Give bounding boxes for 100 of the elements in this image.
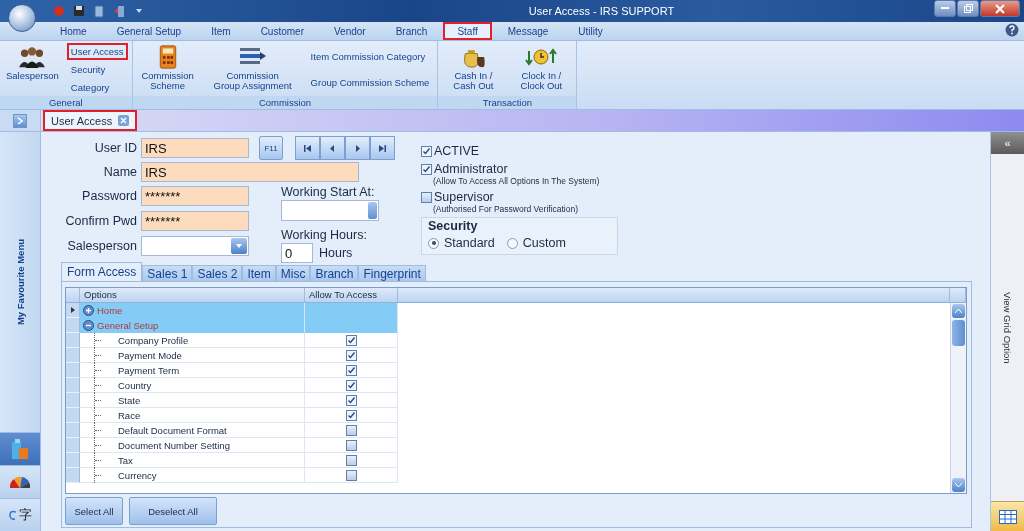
checkbox[interactable]	[345, 334, 357, 346]
row-header-cell[interactable]	[66, 303, 80, 318]
close-button[interactable]	[980, 0, 1020, 17]
ribbon-button[interactable]: Commission Group Assignment	[202, 43, 303, 96]
user-id-field[interactable]: IRS	[141, 138, 249, 158]
previous-record-button[interactable]	[320, 136, 345, 160]
sidebar-button[interactable]	[0, 465, 40, 498]
group-title: Commission	[132, 96, 438, 109]
group-title: General	[0, 96, 132, 109]
checkbox[interactable]	[345, 364, 357, 376]
sidebar-button[interactable]	[0, 432, 40, 465]
scrollbar[interactable]	[950, 303, 966, 493]
row-header-cell[interactable]	[66, 423, 80, 438]
first-record-button[interactable]	[295, 136, 320, 160]
menu-tab[interactable]: Vendor	[320, 22, 380, 40]
time-field[interactable]	[281, 200, 379, 221]
ribbon-button[interactable]: Cash In / Cash Out	[440, 43, 507, 96]
field-label: Confirm Pwd	[64, 214, 137, 228]
current-row-icon	[70, 307, 75, 313]
ribbon-item[interactable]: Group Commission Scheme	[306, 74, 434, 92]
action-button[interactable]: Select All	[65, 497, 123, 525]
name-field[interactable]: IRS	[141, 162, 359, 182]
document-tab[interactable]: User Access	[43, 110, 138, 131]
row-header-cell[interactable]	[66, 333, 80, 348]
menu-tab[interactable]: Staff	[443, 22, 492, 40]
row-header-cell[interactable]	[66, 393, 80, 408]
color-fan-icon	[8, 474, 32, 490]
radio-label: Standard	[444, 236, 495, 250]
checkbox[interactable]	[345, 469, 357, 481]
checkbox[interactable]	[345, 454, 357, 466]
row-header-cell[interactable]	[66, 363, 80, 378]
scroll-up-button[interactable]	[952, 304, 965, 318]
row-header-cell[interactable]	[66, 348, 80, 363]
scrollbar-thumb[interactable]	[952, 320, 965, 346]
buildings-icon	[10, 438, 30, 460]
checkbox[interactable]	[421, 145, 432, 157]
f11-button[interactable]: F11	[259, 136, 283, 160]
menu-tab[interactable]: Customer	[246, 22, 318, 40]
ribbon-item[interactable]: Item Commission Category	[306, 47, 434, 65]
radio-label: Custom	[522, 236, 566, 250]
menu-tab[interactable]: Item	[197, 22, 245, 40]
menu-tab[interactable]: Home	[46, 22, 101, 40]
save-icon	[73, 5, 85, 17]
option-label: Default Document Format	[118, 424, 227, 436]
checkbox[interactable]	[345, 424, 357, 436]
checkbox[interactable]	[345, 379, 357, 391]
row-header-cell[interactable]	[66, 318, 80, 333]
radio-button[interactable]	[506, 237, 518, 249]
scroll-down-button[interactable]	[952, 478, 965, 492]
expand-button[interactable]	[13, 113, 27, 128]
menu-tab[interactable]: Branch	[381, 22, 442, 40]
option-label: Currency	[118, 469, 157, 481]
option-label: Payment Mode	[118, 349, 182, 361]
ribbon-item[interactable]: Category	[66, 78, 128, 96]
close-icon[interactable]	[118, 115, 130, 126]
ribbon-item[interactable]: User Access	[66, 43, 128, 61]
caret-down-icon	[236, 244, 242, 248]
row-header-cell[interactable]	[66, 468, 80, 483]
checkbox[interactable]	[421, 191, 432, 203]
sidebar-button[interactable]: 字	[0, 498, 40, 531]
ribbon-button[interactable]: Commission Scheme	[134, 43, 201, 96]
radio-button[interactable]	[428, 237, 439, 249]
help-button[interactable]	[1004, 23, 1020, 39]
row-header-cell[interactable]	[66, 408, 80, 423]
close-icon	[995, 3, 1005, 14]
group-label: General Setup	[97, 319, 159, 331]
option-label: Race	[118, 409, 141, 421]
restore-button[interactable]	[957, 0, 979, 17]
password-field[interactable]: *******	[141, 186, 249, 206]
triangle-right-icon	[353, 143, 362, 153]
minimize-button[interactable]	[934, 0, 956, 17]
ribbon-button[interactable]: Salesperson	[2, 43, 63, 96]
grid-view-button[interactable]	[991, 501, 1024, 531]
checkbox[interactable]	[345, 349, 357, 361]
checkbox[interactable]	[421, 163, 432, 175]
salesperson-dropdown[interactable]	[141, 236, 249, 256]
row-header-cell[interactable]	[66, 378, 80, 393]
last-record-button[interactable]	[370, 136, 395, 160]
field-label: User ID	[93, 141, 137, 155]
hours-field[interactable]: 0	[281, 243, 313, 263]
row-header-cell[interactable]	[66, 438, 80, 453]
menu-tab[interactable]: General Setup	[102, 22, 196, 40]
checkbox[interactable]	[345, 439, 357, 451]
checkbox-note: (Allow To Access All Options In The System)	[432, 176, 601, 186]
action-button[interactable]: Deselect All	[129, 497, 217, 525]
node-icon[interactable]	[83, 319, 94, 331]
checkbox[interactable]	[345, 394, 357, 406]
node-icon[interactable]	[83, 304, 94, 316]
tab[interactable]: Form Access	[61, 262, 143, 282]
checkbox[interactable]	[345, 409, 357, 421]
skip-forward-icon	[378, 143, 387, 153]
next-record-button[interactable]	[345, 136, 370, 160]
collapse-button[interactable]: «	[991, 132, 1024, 154]
menu-tab[interactable]: Message	[493, 22, 563, 40]
menu-tab[interactable]: Utility	[564, 22, 617, 40]
row-header-cell[interactable]	[66, 453, 80, 468]
ribbon-item[interactable]: Security	[66, 61, 128, 78]
ribbon-button[interactable]: Clock In / Clock Out	[508, 43, 575, 96]
app-logo-icon[interactable]	[8, 4, 36, 32]
confirm-password-field[interactable]: *******	[141, 211, 249, 231]
